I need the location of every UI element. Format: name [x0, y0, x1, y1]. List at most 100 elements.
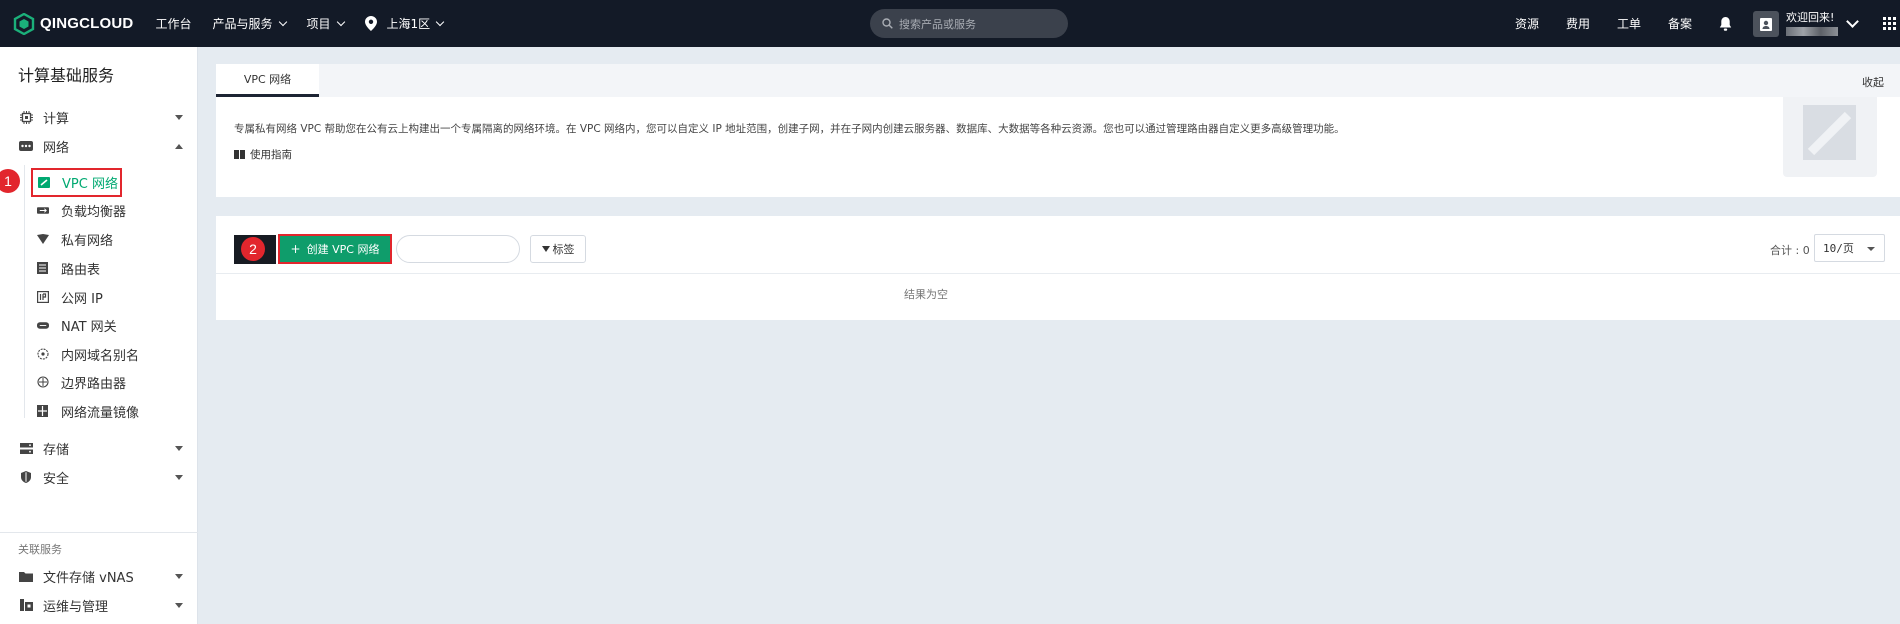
illustration-placeholder-icon [1803, 105, 1856, 160]
tab-vpc-network[interactable]: VPC 网络 [216, 64, 319, 97]
logo[interactable]: QINGCLOUD [13, 12, 133, 35]
create-vpc-button[interactable]: + 创建 VPC 网络 [278, 234, 392, 264]
dns-alias-icon [37, 348, 49, 360]
border-router-icon [37, 376, 49, 388]
nav-projects[interactable]: 项目 [306, 15, 345, 32]
welcome-label: 欢迎回来! [1786, 10, 1835, 24]
book-icon [234, 150, 245, 159]
empty-result: 结果为空 [904, 288, 948, 301]
user-guide-link[interactable]: 使用指南 [234, 147, 292, 162]
welcome-text[interactable]: 欢迎回来! [1786, 10, 1838, 36]
sidebar-item-load-balancer[interactable]: 负载均衡器 [37, 198, 126, 222]
sidebar-group-label: 网络 [43, 140, 70, 156]
private-network-icon [37, 234, 49, 245]
sidebar-item-vnas[interactable]: 文件存储 vNAS [0, 564, 198, 588]
chevron-down-icon [336, 17, 345, 27]
sidebar-item-label: 运维与管理 [43, 599, 109, 615]
sidebar-group-compute[interactable]: 计算 [0, 105, 198, 129]
nat-gateway-icon [37, 320, 49, 331]
caret-down-icon [175, 603, 183, 608]
step-badge-1: 1 [0, 169, 20, 193]
sidebar-group-label: 安全 [43, 471, 70, 487]
caret-down-icon [175, 475, 183, 480]
sidebar-title: 计算基础服务 [18, 66, 115, 85]
nav-resources[interactable]: 资源 [1515, 15, 1539, 32]
sidebar-group-label: 计算 [43, 111, 70, 127]
submenu-guide-line [24, 165, 25, 418]
page-size-select[interactable]: 10/页 [1814, 234, 1885, 262]
route-table-icon [37, 262, 49, 274]
sidebar-item-ops[interactable]: 运维与管理 [0, 593, 198, 617]
user-badge-icon [1760, 17, 1772, 31]
traffic-mirror-icon [37, 405, 49, 417]
create-vpc-label: 创建 VPC 网络 [306, 243, 380, 256]
nav-workbench[interactable]: 工作台 [155, 15, 191, 32]
nav-billing[interactable]: 费用 [1566, 15, 1590, 32]
bell-icon[interactable] [1719, 16, 1732, 31]
sidebar-item-label: 内网域名别名 [61, 348, 140, 364]
sidebar-item-nat-gateway[interactable]: NAT 网关 [37, 313, 117, 337]
top-nav: 工作台 产品与服务 项目 上海1区 [155, 0, 464, 47]
step-badge-2: 2 [241, 237, 265, 261]
chevron-down-icon [435, 17, 445, 27]
sidebar-item-route-table[interactable]: 路由表 [37, 256, 100, 280]
global-search-input[interactable]: 搜索产品或服务 [870, 9, 1068, 38]
sidebar-group-network[interactable]: 网络 [0, 134, 198, 158]
caret-down-icon [175, 574, 183, 579]
sidebar-item-label: 公网 IP [61, 291, 103, 307]
sidebar-item-label: NAT 网关 [61, 319, 117, 335]
search-icon [882, 18, 893, 29]
list-divider [216, 273, 1900, 274]
intro-description: 专属私有网络 VPC 帮助您在公有云上构建出一个专属隔离的网络环境。在 VPC … [234, 123, 1345, 135]
caret-up-icon [175, 144, 183, 149]
filter-icon [541, 246, 550, 252]
nav-tickets[interactable]: 工单 [1617, 15, 1641, 32]
folder-icon [19, 570, 33, 582]
shield-icon [19, 471, 33, 483]
tag-filter-button[interactable]: 标签 [530, 235, 586, 263]
nav-products-label: 产品与服务 [212, 17, 273, 31]
nav-icp-filing[interactable]: 备案 [1668, 15, 1692, 32]
region-selector[interactable]: 上海1区 [364, 15, 445, 32]
sidebar-group-storage[interactable]: 存储 [0, 436, 198, 460]
qingcloud-logo-icon [13, 12, 35, 35]
ops-icon [19, 599, 33, 611]
caret-down-icon [175, 446, 183, 451]
sidebar-item-label: 负载均衡器 [61, 204, 127, 220]
search-placeholder: 搜索产品或服务 [899, 17, 976, 31]
avatar[interactable] [1753, 10, 1779, 37]
related-services-title: 关联服务 [18, 543, 62, 556]
sidebar: 计算基础服务 计算 网络 VPC 网络 负载均衡器 私有网络 路由表 公网 IP… [0, 47, 198, 624]
plus-icon: + [290, 242, 301, 256]
top-right-menu: 资源 费用 工单 备案 欢迎回来! [1515, 0, 1900, 47]
intro-panel: 专属私有网络 VPC 帮助您在公有云上构建出一个专属隔离的网络环境。在 VPC … [216, 97, 1900, 197]
storage-icon [19, 442, 33, 454]
sidebar-item-label: 路由表 [61, 262, 101, 278]
username-redacted [1786, 26, 1838, 36]
sidebar-item-label: 文件存储 vNAS [43, 570, 134, 586]
user-guide-label: 使用指南 [250, 149, 292, 161]
sidebar-item-label: 边界路由器 [61, 376, 127, 392]
nav-products[interactable]: 产品与服务 [212, 15, 287, 32]
sidebar-item-label: 私有网络 [61, 233, 114, 249]
sidebar-item-dns-alias[interactable]: 内网域名别名 [37, 342, 139, 366]
network-icon [19, 140, 33, 152]
vpc-search-input[interactable] [396, 235, 520, 263]
collapse-link[interactable]: 收起 [1862, 74, 1884, 90]
tab-bar: VPC 网络 收起 [216, 64, 1900, 97]
sidebar-group-security[interactable]: 安全 [0, 465, 198, 489]
sidebar-item-private-network[interactable]: 私有网络 [37, 227, 113, 251]
load-balancer-icon [37, 205, 49, 216]
sidebar-item-traffic-mirror[interactable]: 网络流量镜像 [37, 399, 139, 423]
sidebar-item-border-router[interactable]: 边界路由器 [37, 370, 126, 394]
sidebar-group-label: 存储 [43, 442, 70, 458]
sidebar-item-public-ip[interactable]: 公网 IP [37, 285, 103, 309]
chevron-down-icon [278, 17, 287, 27]
vpc-illustration [1783, 97, 1877, 177]
caret-down-icon [175, 115, 183, 120]
apps-grid-icon[interactable] [1883, 17, 1896, 30]
chevron-down-icon[interactable] [1846, 14, 1859, 28]
highlight-box-step1 [31, 168, 122, 197]
sidebar-divider [0, 532, 198, 533]
nav-projects-label: 项目 [306, 17, 331, 31]
